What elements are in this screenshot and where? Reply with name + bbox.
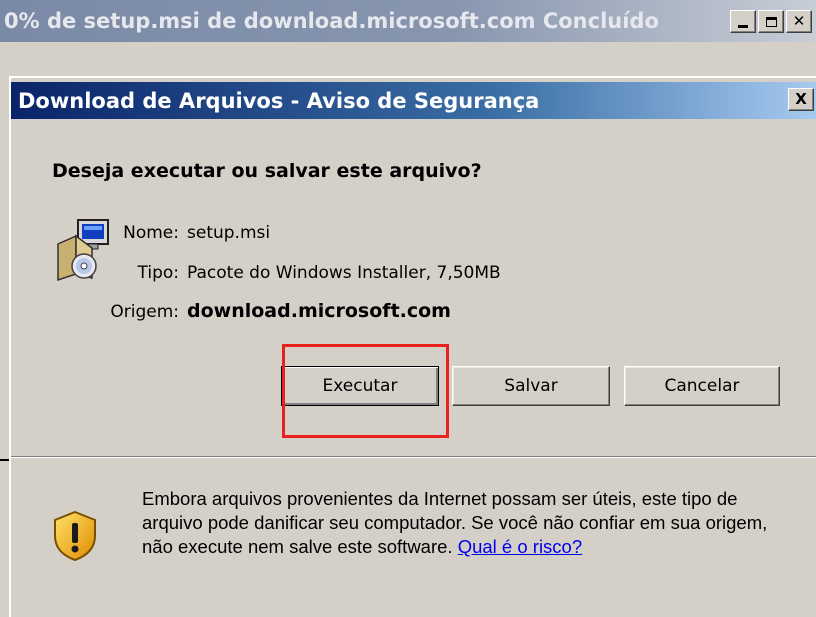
run-button-highlight bbox=[282, 344, 449, 438]
minimize-icon bbox=[738, 24, 748, 28]
background-close-button[interactable]: ✕ bbox=[786, 10, 812, 33]
background-window-title: 0% de setup.msi de download.microsoft.co… bbox=[4, 9, 659, 33]
risk-info-link[interactable]: Qual é o risco? bbox=[458, 536, 582, 557]
save-button[interactable]: Salvar bbox=[452, 366, 610, 406]
dialog-close-button[interactable]: X bbox=[788, 88, 814, 111]
dialog-question: Deseja executar ou salvar este arquivo? bbox=[52, 160, 482, 182]
file-name-value: setup.msi bbox=[187, 223, 271, 243]
dialog-titlebar[interactable]: Download de Arquivos - Aviso de Seguranç… bbox=[11, 82, 816, 119]
file-origin-label: Origem: bbox=[110, 302, 179, 322]
background-window-titlebar[interactable]: 0% de setup.msi de download.microsoft.co… bbox=[0, 0, 816, 42]
file-type-value: Pacote do Windows Installer, 7,50MB bbox=[187, 263, 501, 283]
security-warning-text: Embora arquivos provenientes da Internet… bbox=[142, 487, 802, 559]
shield-warning-icon bbox=[54, 510, 96, 562]
cancel-button[interactable]: Cancelar bbox=[624, 366, 780, 406]
separator-highlight bbox=[11, 457, 816, 458]
cancel-button-label: Cancelar bbox=[664, 376, 740, 396]
save-button-label: Salvar bbox=[504, 376, 558, 396]
close-icon: ✕ bbox=[792, 12, 806, 30]
maximize-icon bbox=[765, 16, 777, 27]
file-origin-value: download.microsoft.com bbox=[187, 300, 451, 322]
minimize-button[interactable] bbox=[730, 10, 756, 33]
background-edge-mark bbox=[0, 459, 9, 461]
file-type-label: Tipo: bbox=[137, 263, 179, 283]
warning-message: Embora arquivos provenientes da Internet… bbox=[142, 488, 768, 557]
close-icon: X bbox=[795, 90, 807, 108]
security-warning-dialog: Download de Arquivos - Aviso de Seguranç… bbox=[9, 76, 816, 617]
dialog-title: Download de Arquivos - Aviso de Seguranç… bbox=[18, 89, 540, 113]
maximize-button[interactable] bbox=[758, 10, 784, 33]
file-name-label: Nome: bbox=[123, 223, 179, 243]
